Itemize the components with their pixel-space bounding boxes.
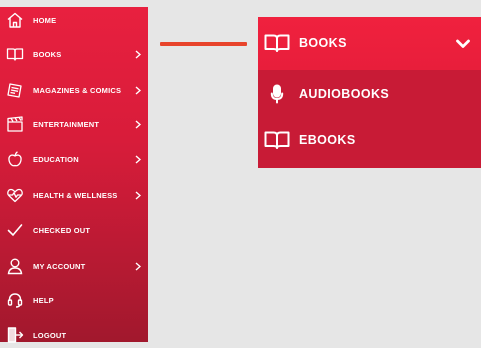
chevron-right-icon (134, 261, 142, 271)
sidebar-item-books[interactable]: BOOKS (0, 41, 148, 67)
sidebar-item-label: ENTERTAINMENT (33, 119, 100, 129)
chevron-right-icon (134, 190, 142, 200)
book-icon (6, 45, 24, 63)
book-icon (264, 130, 290, 150)
sidebar-item-label: MAGAZINES & COMICS (33, 85, 122, 95)
sidebar-item-health-wellness[interactable]: HEALTH & WELLNESS (0, 182, 148, 208)
dropdown-item-audiobooks[interactable]: AUDIOBOOKS (258, 75, 481, 113)
checkmark-icon (6, 221, 24, 239)
chevron-down-icon[interactable] (455, 38, 471, 50)
sidebar-item-label: HOME (33, 15, 57, 25)
dropdown-item-label: AUDIOBOOKS (299, 87, 390, 101)
sidebar-item-label: HELP (33, 295, 54, 305)
clapperboard-icon (6, 115, 24, 133)
sidebar-item-label: LOGOUT (33, 330, 67, 340)
apple-icon (6, 150, 24, 168)
sidebar-item-label: MY ACCOUNT (33, 261, 86, 271)
sidebar-item-logout[interactable]: LOGOUT (0, 322, 148, 348)
book-icon (264, 33, 290, 53)
books-dropdown: BOOKS AUDIOBOOKS EBOOKS (258, 17, 481, 168)
chevron-right-icon (134, 85, 142, 95)
sidebar-item-help[interactable]: HELP (0, 287, 148, 313)
sidebar-item-entertainment[interactable]: ENTERTAINMENT (0, 111, 148, 137)
headset-icon (6, 291, 24, 309)
chevron-right-icon (134, 154, 142, 164)
sidebar-item-magazines-comics[interactable]: MAGAZINES & COMICS (0, 77, 148, 103)
heartbeat-icon (6, 186, 24, 204)
chevron-right-icon (134, 49, 142, 59)
sidebar-item-checked-out[interactable]: CHECKED OUT (0, 217, 148, 243)
logout-icon (6, 326, 24, 344)
dropdown-header-label: BOOKS (299, 36, 347, 50)
dropdown-item-label: EBOOKS (299, 133, 356, 147)
sidebar-item-my-account[interactable]: MY ACCOUNT (0, 253, 148, 279)
sidebar-item-home[interactable]: HOME (0, 7, 148, 33)
sidebar-item-label: CHECKED OUT (33, 225, 91, 235)
dropdown-item-ebooks[interactable]: EBOOKS (258, 121, 481, 159)
microphone-icon (270, 84, 284, 104)
sidebar-item-label: BOOKS (33, 49, 62, 59)
dropdown-header-books[interactable]: BOOKS (258, 17, 481, 70)
user-icon (6, 257, 24, 275)
magazine-icon (6, 81, 24, 99)
connector-line (160, 42, 247, 46)
chevron-right-icon (134, 119, 142, 129)
sidebar-item-label: HEALTH & WELLNESS (33, 190, 118, 200)
sidebar-item-education[interactable]: EDUCATION (0, 146, 148, 172)
sidebar-nav: HOME BOOKS MAGAZINES & COMICS ENTERTAINM… (0, 7, 148, 343)
sidebar-item-label: EDUCATION (33, 154, 79, 164)
home-icon (6, 11, 24, 29)
